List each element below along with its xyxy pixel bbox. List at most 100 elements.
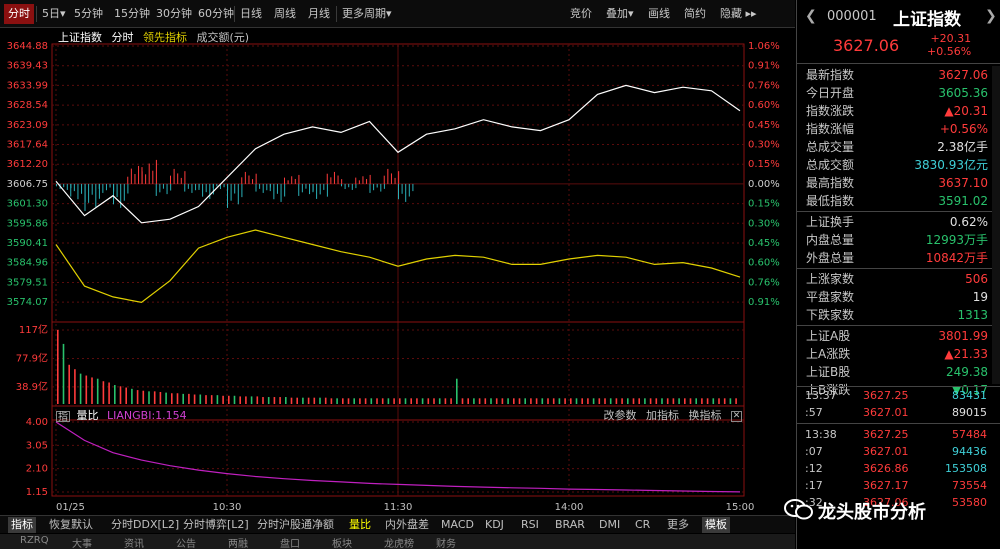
amount-bar	[581, 398, 583, 404]
indicator-tab[interactable]: 量比	[346, 517, 374, 533]
diff-bar	[98, 183, 100, 189]
diff-bar	[266, 183, 268, 191]
toolbar-action[interactable]: 竞价	[566, 4, 596, 24]
amount-bar	[672, 398, 675, 404]
amount-bar	[564, 398, 566, 404]
indicator-index-box[interactable]: 指	[56, 410, 70, 423]
scrollbar[interactable]	[992, 66, 1000, 384]
period-tab[interactable]: 30分钟	[152, 4, 196, 24]
indicator-tab[interactable]: 分时沪股通净额	[254, 517, 337, 533]
stats-value: 12993万手	[925, 233, 988, 247]
stats-value: +0.56%	[939, 122, 988, 136]
indicator-tab[interactable]: 分时博弈[L2]	[180, 517, 252, 533]
diff-bar	[170, 175, 171, 184]
indicator-tab[interactable]: 内外盘差	[382, 517, 432, 533]
amount-bar	[638, 398, 640, 404]
diff-bar	[191, 183, 193, 193]
tick-volume: 89015	[952, 406, 987, 419]
next-stock-icon[interactable]: ❯	[985, 8, 997, 24]
diff-bar	[237, 183, 239, 205]
info-tab[interactable]: 两融	[228, 535, 248, 549]
amount-bar	[473, 398, 475, 404]
amount-bar	[381, 398, 384, 404]
amount-bar	[285, 397, 287, 404]
toolbar-action[interactable]: 叠加▾	[602, 4, 638, 24]
amount-bar	[199, 394, 202, 404]
toolbar-action[interactable]: 画线	[644, 4, 674, 24]
diff-bar	[355, 183, 357, 189]
amount-tick-label: 38.9亿	[16, 380, 48, 393]
period-tab[interactable]: 日线	[236, 4, 266, 24]
liangbi-value: LIANGBI:1.154	[107, 409, 187, 422]
info-tab[interactable]: 大事	[72, 535, 92, 549]
indicator-tab[interactable]: 模板	[702, 517, 730, 533]
amount-bar	[148, 391, 150, 404]
indicator-tab[interactable]: 更多	[664, 517, 692, 533]
add-indicator-button[interactable]: 加指标	[646, 409, 679, 422]
diff-bar	[105, 183, 107, 191]
stats-table: 最新指数 3627.06 今日开盘 3605.36 指数涨跌 ▲20.31 指数涨幅 +0.5…	[797, 66, 992, 399]
pct-tick-label: 0.76%	[748, 80, 780, 91]
stats-row: 指数涨跌 ▲20.31	[797, 102, 992, 120]
indicator-tab[interactable]: BRAR	[552, 517, 588, 533]
close-icon[interactable]: ✕	[731, 410, 742, 422]
toolbar-action[interactable]: 简约	[680, 4, 710, 24]
tick-time: 13:37	[805, 389, 837, 402]
amount-bar	[85, 375, 88, 404]
info-tab[interactable]: 公告	[176, 535, 196, 549]
info-tab[interactable]: 板块	[332, 535, 352, 549]
indicator-tab[interactable]: DMI	[596, 517, 623, 533]
amount-bar	[370, 398, 373, 404]
period-tab[interactable]: 15分钟	[110, 4, 154, 24]
stats-row: 上A涨跌 ▲21.33	[797, 345, 992, 363]
stats-value: 3605.36	[938, 86, 988, 100]
amount-bar	[290, 397, 293, 404]
period-tab[interactable]: 更多周期▾	[338, 4, 396, 24]
diff-bar	[330, 177, 332, 184]
diff-bar	[344, 183, 346, 190]
indicator-tab[interactable]: 分时DDX[L2]	[108, 517, 182, 533]
period-tab[interactable]: 周线	[270, 4, 300, 24]
tick-row: 13:38 3627.25 57484	[797, 426, 1000, 443]
stats-value: 506	[965, 272, 988, 286]
info-tab[interactable]: 龙虎榜	[384, 535, 414, 549]
indicator-tab[interactable]: MACD	[438, 517, 477, 533]
amount-bar	[684, 398, 686, 404]
amount-bar	[387, 398, 390, 404]
period-tab[interactable]: 5分钟	[70, 4, 107, 24]
stats-row: 最新指数 3627.06	[797, 66, 992, 84]
tick-time: 13:38	[805, 428, 837, 441]
indicator-tab[interactable]: 恢复默认	[46, 517, 96, 533]
diff-bar	[298, 183, 300, 196]
amount-bar	[547, 398, 549, 404]
diff-bar	[383, 183, 385, 189]
diff-bar	[95, 183, 97, 207]
info-tab[interactable]: 资讯	[124, 535, 144, 549]
toolbar-action[interactable]: 隐藏 ▸▸	[716, 4, 761, 24]
prev-stock-icon[interactable]: ❮	[805, 8, 817, 24]
info-tab[interactable]: 盘口	[280, 535, 300, 549]
amount-bar	[262, 397, 264, 404]
info-tab[interactable]: RZRQ	[20, 535, 49, 546]
diff-bar	[113, 183, 114, 205]
price-tick-label: 3595.86	[7, 218, 48, 229]
stats-label: 指数涨跌	[806, 104, 855, 118]
period-tab[interactable]: 月线	[304, 4, 334, 24]
period-tab[interactable]: 5日▾	[38, 4, 70, 24]
period-tab[interactable]: 60分钟	[194, 4, 238, 24]
diff-bar	[401, 183, 403, 194]
amount-bar	[661, 398, 663, 404]
info-tab[interactable]: 财务	[436, 535, 456, 549]
diff-bar	[216, 183, 218, 187]
indicator-tab[interactable]: KDJ	[482, 517, 507, 533]
edit-params-button[interactable]: 改参数	[604, 409, 637, 422]
indicator-tab[interactable]: RSI	[518, 517, 542, 533]
indicator-tab[interactable]: 指标	[8, 517, 36, 533]
switch-indicator-button[interactable]: 换指标	[689, 409, 722, 422]
amount-bar	[205, 395, 207, 404]
amount-bar	[273, 397, 276, 404]
diff-bar	[155, 159, 157, 184]
pct-tick-label: 0.60%	[748, 100, 780, 111]
period-tab[interactable]: 分时	[4, 4, 34, 24]
indicator-tab[interactable]: CR	[632, 517, 653, 533]
